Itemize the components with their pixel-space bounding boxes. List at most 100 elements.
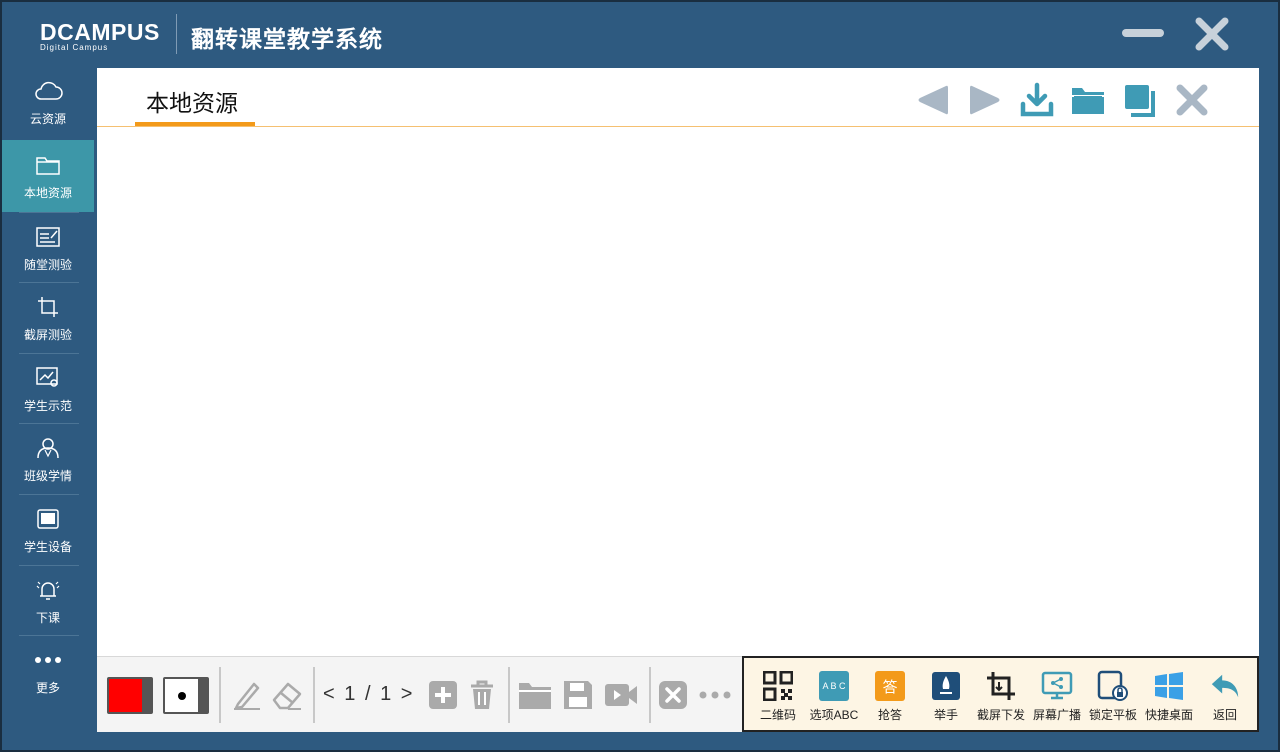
sidebar-item-label: 学生示范	[23, 398, 72, 413]
close-panel-button[interactable]	[1172, 80, 1212, 120]
record-video-button[interactable]	[603, 677, 639, 713]
video-camera-icon	[605, 684, 637, 706]
quick-desktop-button[interactable]: 快捷桌面	[1139, 670, 1199, 723]
open-file-button[interactable]	[517, 677, 553, 713]
minimize-button[interactable]	[1122, 29, 1164, 37]
tool-label: 抢答	[877, 708, 902, 722]
qrcode-button[interactable]: 二维码	[748, 670, 808, 723]
divider	[219, 667, 221, 723]
copy-icon	[1125, 85, 1155, 117]
crop-icon	[33, 294, 63, 320]
sidebar: 云资源 本地资源 随堂测验 截屏测验 学生示范 班级学情 学生设备 下课 更多	[2, 66, 95, 750]
pen-size-dot	[178, 692, 186, 700]
open-folder-button[interactable]	[1068, 80, 1108, 120]
quick-answer-button[interactable]: 答 抢答	[860, 670, 920, 723]
download-button[interactable]	[1017, 80, 1057, 120]
eraser-button[interactable]	[269, 677, 305, 713]
download-icon	[1020, 82, 1054, 117]
sidebar-item-local-resources[interactable]: 本地资源	[2, 140, 94, 212]
tool-label: 举手	[933, 708, 958, 722]
delete-page-button[interactable]	[464, 677, 500, 713]
raise-hand-button[interactable]: 举手	[916, 670, 976, 723]
quick-answer-icon: 答	[874, 670, 906, 702]
page-current: 1	[344, 683, 358, 705]
clear-button[interactable]	[655, 677, 691, 713]
quick-answer-glyph: 答	[875, 671, 905, 701]
sidebar-item-student-devices[interactable]: 学生设备	[2, 494, 94, 566]
sidebar-item-label: 班级学情	[23, 468, 72, 483]
pen-size-picker[interactable]	[163, 677, 209, 714]
logo-separator	[176, 14, 177, 54]
window-close-button[interactable]	[1194, 16, 1230, 52]
abc-option-glyph: A B C	[819, 671, 849, 701]
sidebar-item-label: 云资源	[29, 111, 66, 126]
save-icon	[564, 681, 592, 709]
screen-broadcast-button[interactable]: 屏幕广播	[1027, 670, 1087, 723]
trash-icon	[471, 680, 493, 709]
add-page-button[interactable]	[425, 677, 461, 713]
next-icon	[970, 85, 1000, 115]
save-button[interactable]	[560, 677, 596, 713]
sidebar-item-student-demo[interactable]: 学生示范	[2, 353, 94, 425]
tool-label: 返回	[1212, 708, 1237, 722]
tool-label: 锁定平板	[1088, 708, 1137, 722]
raise-hand-icon	[930, 670, 962, 702]
screenshot-send-button[interactable]: 截屏下发	[971, 670, 1031, 723]
tablet-icon	[33, 506, 63, 532]
screenshot-send-icon	[985, 670, 1017, 702]
sidebar-item-label: 下课	[35, 610, 60, 625]
app-window: DCAMPUS Digital Campus 翻转课堂教学系统 云资源 本地资源	[0, 0, 1280, 752]
sidebar-item-label: 更多	[35, 680, 60, 695]
back-icon	[1209, 670, 1241, 702]
sidebar-item-label: 截屏测验	[23, 327, 72, 342]
page-navigator: < 1 / 1 >	[323, 683, 414, 706]
cloud-icon	[33, 78, 63, 104]
tool-label: 快捷桌面	[1144, 708, 1193, 722]
app-title: 翻转课堂教学系统	[191, 26, 383, 52]
chevron-down-icon	[198, 679, 207, 712]
quiz-icon	[33, 224, 63, 250]
tool-label: 截屏下发	[976, 708, 1025, 722]
add-page-icon	[429, 681, 457, 709]
chevron-down-icon	[142, 679, 151, 712]
more-icon	[699, 691, 731, 699]
tab-local-resources[interactable]: 本地资源	[146, 84, 238, 118]
divider	[508, 667, 510, 723]
back-button[interactable]: 返回	[1195, 670, 1255, 723]
page-separator: /	[364, 683, 373, 705]
main-panel: 本地资源	[97, 68, 1259, 656]
close-icon	[659, 681, 687, 709]
abc-option-icon: A B C	[818, 670, 850, 702]
abc-option-button[interactable]: A B C 选项ABC	[804, 670, 864, 723]
lock-tablet-button[interactable]: 锁定平板	[1083, 670, 1143, 723]
tool-label: 选项ABC	[809, 708, 859, 722]
sidebar-item-screenshot-quiz[interactable]: 截屏测验	[2, 282, 94, 354]
sidebar-item-cloud-resources[interactable]: 云资源	[2, 66, 94, 138]
sidebar-item-label: 学生设备	[23, 539, 72, 554]
windows-icon	[1153, 670, 1185, 702]
folder-icon	[33, 152, 63, 178]
more-tools-button[interactable]	[697, 677, 733, 713]
logo-main: DCAMPUS	[40, 19, 160, 45]
demo-icon	[33, 365, 63, 391]
page-next-button[interactable]: >	[401, 683, 415, 705]
next-button[interactable]	[965, 80, 1005, 120]
pen-button[interactable]	[229, 677, 265, 713]
divider	[649, 667, 651, 723]
sidebar-item-label: 随堂测验	[23, 257, 72, 272]
tab-divider	[97, 126, 1259, 127]
page-prev-button[interactable]: <	[323, 683, 337, 705]
prev-button[interactable]	[913, 80, 953, 120]
sidebar-item-more[interactable]: 更多	[2, 635, 94, 707]
sidebar-item-class-status[interactable]: 班级学情	[2, 423, 94, 495]
sidebar-item-end-class[interactable]: 下课	[2, 565, 94, 637]
sidebar-item-quiz[interactable]: 随堂测验	[2, 212, 94, 284]
logo-sub: Digital Campus	[40, 43, 109, 52]
drawing-toolbar: < 1 / 1 >	[97, 656, 743, 732]
eraser-icon	[272, 682, 302, 710]
copy-button[interactable]	[1120, 80, 1160, 120]
close-icon	[1195, 17, 1229, 51]
tool-label: 屏幕广播	[1032, 708, 1081, 722]
prev-icon	[918, 85, 948, 115]
pen-color-picker[interactable]	[107, 677, 153, 714]
